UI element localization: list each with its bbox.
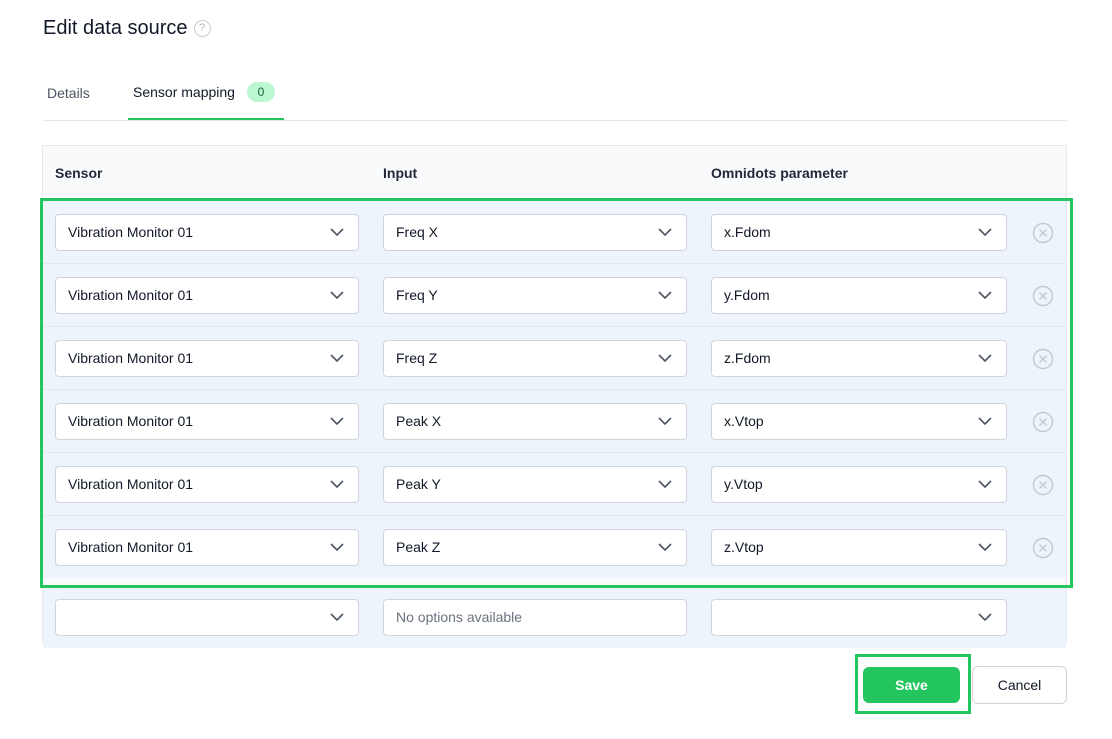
header-omnidots-parameter: Omnidots parameter bbox=[711, 165, 848, 181]
sensor-select-value: Vibration Monitor 01 bbox=[68, 287, 194, 303]
table-row: Vibration Monitor 01 Freq Y y.Fdom bbox=[43, 263, 1066, 326]
input-select-value: Peak Z bbox=[396, 539, 441, 555]
tab-details-label: Details bbox=[47, 85, 90, 101]
input-select[interactable]: Peak Y bbox=[383, 466, 687, 503]
table-row: Vibration Monitor 01 Freq Z z.Fdom bbox=[43, 326, 1066, 389]
parameter-select-value: y.Vtop bbox=[724, 476, 763, 492]
chevron-down-icon bbox=[658, 354, 672, 363]
remove-circle-icon[interactable] bbox=[1032, 474, 1054, 496]
input-select[interactable]: Freq Y bbox=[383, 277, 687, 314]
remove-circle-icon[interactable] bbox=[1032, 537, 1054, 559]
new-input-select[interactable]: No options available bbox=[383, 599, 687, 636]
input-select-value: Peak X bbox=[396, 413, 442, 429]
parameter-select[interactable]: x.Fdom bbox=[711, 214, 1007, 251]
chevron-down-icon bbox=[978, 543, 992, 552]
parameter-select[interactable]: z.Fdom bbox=[711, 340, 1007, 377]
parameter-select-value: z.Fdom bbox=[724, 350, 771, 366]
chevron-down-icon bbox=[330, 417, 344, 426]
input-select[interactable]: Peak X bbox=[383, 403, 687, 440]
remove-circle-icon[interactable] bbox=[1032, 222, 1054, 244]
tab-sensor-mapping-label: Sensor mapping bbox=[133, 84, 235, 100]
parameter-select[interactable]: y.Fdom bbox=[711, 277, 1007, 314]
input-select[interactable]: Freq Z bbox=[383, 340, 687, 377]
input-select-value: Peak Y bbox=[396, 476, 441, 492]
sensor-select[interactable]: Vibration Monitor 01 bbox=[55, 403, 359, 440]
parameter-select-value: y.Fdom bbox=[724, 287, 770, 303]
header-input: Input bbox=[383, 165, 418, 181]
parameter-select-value: z.Vtop bbox=[724, 539, 764, 555]
remove-circle-icon[interactable] bbox=[1032, 348, 1054, 370]
table-row: Vibration Monitor 01 Peak Z z.Vtop bbox=[43, 515, 1066, 578]
parameter-select[interactable]: x.Vtop bbox=[711, 403, 1007, 440]
parameter-select-value: x.Fdom bbox=[724, 224, 771, 240]
cancel-button[interactable]: Cancel bbox=[972, 666, 1067, 704]
new-input-placeholder: No options available bbox=[396, 609, 523, 625]
page-title: Edit data source bbox=[43, 17, 188, 39]
chevron-down-icon bbox=[330, 354, 344, 363]
new-mapping-row: No options available bbox=[43, 585, 1066, 648]
sensor-select-value: Vibration Monitor 01 bbox=[68, 224, 194, 240]
header-sensor: Sensor bbox=[55, 165, 103, 181]
chevron-down-icon bbox=[658, 228, 672, 237]
input-select-value: Freq X bbox=[396, 224, 439, 240]
remove-circle-icon[interactable] bbox=[1032, 411, 1054, 433]
parameter-select[interactable]: y.Vtop bbox=[711, 466, 1007, 503]
chevron-down-icon bbox=[330, 291, 344, 300]
chevron-down-icon bbox=[658, 417, 672, 426]
sensor-select-value: Vibration Monitor 01 bbox=[68, 350, 194, 366]
remove-circle-icon[interactable] bbox=[1032, 285, 1054, 307]
highlight-frame-save: Save bbox=[855, 654, 971, 714]
tab-sensor-mapping[interactable]: Sensor mapping 0 bbox=[128, 66, 284, 120]
input-select-value: Freq Y bbox=[396, 287, 438, 303]
sensor-select[interactable]: Vibration Monitor 01 bbox=[55, 529, 359, 566]
save-button[interactable]: Save bbox=[863, 667, 960, 703]
chevron-down-icon bbox=[658, 543, 672, 552]
sensor-select[interactable]: Vibration Monitor 01 bbox=[55, 340, 359, 377]
table-row: Vibration Monitor 01 Peak Y y.Vtop bbox=[43, 452, 1066, 515]
chevron-down-icon bbox=[978, 417, 992, 426]
sensor-mapping-table: Sensor Input Omnidots parameter Vibratio… bbox=[42, 145, 1067, 648]
sensor-select-value: Vibration Monitor 01 bbox=[68, 413, 194, 429]
chevron-down-icon bbox=[978, 480, 992, 489]
new-parameter-select[interactable] bbox=[711, 599, 1007, 636]
input-select[interactable]: Freq X bbox=[383, 214, 687, 251]
table-row: Vibration Monitor 01 Peak X x.Vtop bbox=[43, 389, 1066, 452]
page-title-container: Edit data source ? bbox=[43, 17, 211, 40]
input-select[interactable]: Peak Z bbox=[383, 529, 687, 566]
chevron-down-icon bbox=[658, 480, 672, 489]
sensor-select[interactable]: Vibration Monitor 01 bbox=[55, 466, 359, 503]
chevron-down-icon bbox=[978, 354, 992, 363]
chevron-down-icon bbox=[978, 228, 992, 237]
sensor-select-value: Vibration Monitor 01 bbox=[68, 476, 194, 492]
sensor-select-value: Vibration Monitor 01 bbox=[68, 539, 194, 555]
input-select-value: Freq Z bbox=[396, 350, 438, 366]
sensor-select[interactable]: Vibration Monitor 01 bbox=[55, 214, 359, 251]
table-row: Vibration Monitor 01 Freq X x.Fdom bbox=[43, 200, 1066, 263]
parameter-select-value: x.Vtop bbox=[724, 413, 764, 429]
chevron-down-icon bbox=[658, 291, 672, 300]
help-circle-icon[interactable]: ? bbox=[193, 20, 211, 37]
count-badge: 0 bbox=[246, 82, 275, 102]
chevron-down-icon bbox=[330, 543, 344, 552]
chevron-down-icon bbox=[330, 228, 344, 237]
parameter-select[interactable]: z.Vtop bbox=[711, 529, 1007, 566]
tab-details[interactable]: Details bbox=[47, 66, 90, 120]
chevron-down-icon bbox=[978, 613, 992, 622]
chevron-down-icon bbox=[330, 613, 344, 622]
new-sensor-select[interactable] bbox=[55, 599, 359, 636]
tab-bar: Details Sensor mapping 0 bbox=[43, 66, 1067, 121]
sensor-select[interactable]: Vibration Monitor 01 bbox=[55, 277, 359, 314]
chevron-down-icon bbox=[978, 291, 992, 300]
chevron-down-icon bbox=[330, 480, 344, 489]
